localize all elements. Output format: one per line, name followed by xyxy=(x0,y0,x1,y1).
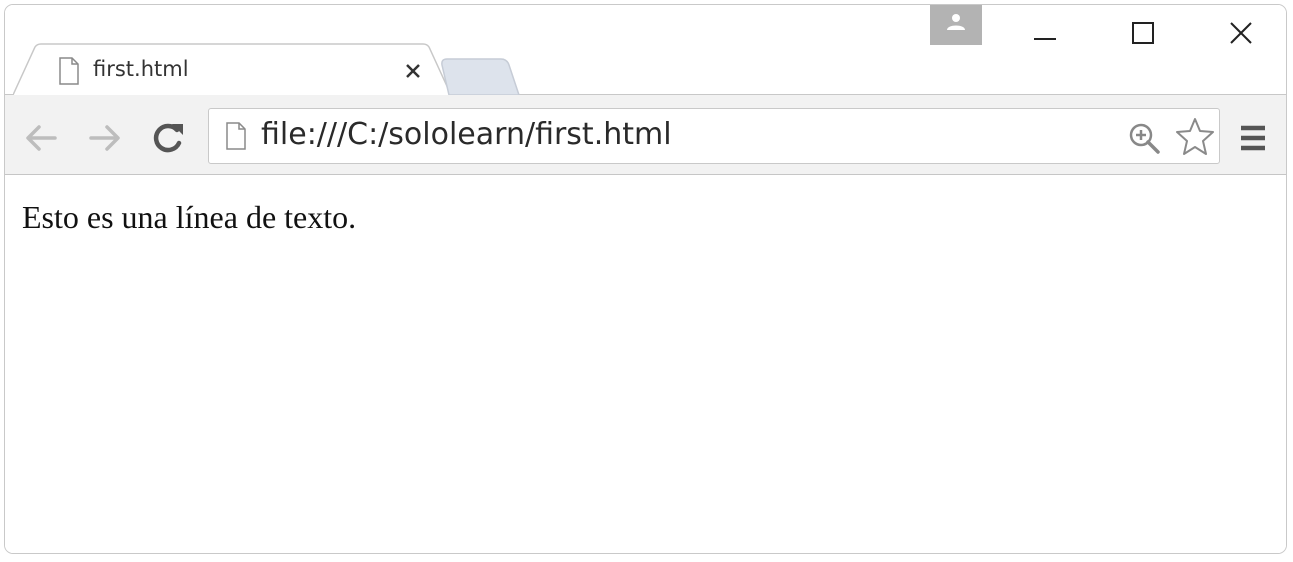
minimize-icon xyxy=(1034,38,1056,40)
profile-button[interactable] xyxy=(930,5,982,45)
user-icon xyxy=(947,14,965,30)
title-bar: first.html xyxy=(5,5,1286,99)
hamburger-menu-icon[interactable] xyxy=(1237,121,1269,155)
url-scheme: file:/// xyxy=(261,117,348,152)
toolbar: file:///C:/sololearn/first.html xyxy=(5,95,1286,175)
url-text[interactable]: file:///C:/sololearn/first.html xyxy=(261,117,672,152)
page-text: Esto es una línea de texto. xyxy=(22,199,357,235)
zoom-in-icon[interactable] xyxy=(1127,121,1161,155)
tab-first-html[interactable]: first.html xyxy=(13,43,453,99)
maximize-icon xyxy=(1132,22,1154,44)
arrow-right-icon[interactable] xyxy=(85,121,125,155)
minimize-button[interactable] xyxy=(1015,11,1075,51)
new-tab-button[interactable] xyxy=(441,57,523,97)
page-content: Esto es una línea de texto. xyxy=(5,175,1286,553)
maximize-button[interactable] xyxy=(1113,11,1173,51)
tab-title: first.html xyxy=(93,57,189,81)
close-icon xyxy=(1230,22,1252,44)
arrow-left-icon[interactable] xyxy=(21,121,61,155)
document-icon xyxy=(59,57,79,85)
document-icon xyxy=(226,122,246,150)
tab-close-icon[interactable] xyxy=(401,59,425,83)
address-bar[interactable]: file:///C:/sololearn/first.html xyxy=(208,108,1220,164)
browser-window: first.html file:///C:/sololearn/first.ht… xyxy=(4,4,1287,554)
reload-icon[interactable] xyxy=(149,121,189,155)
star-icon[interactable] xyxy=(1175,116,1215,156)
close-window-button[interactable] xyxy=(1211,11,1271,51)
url-path: C:/sololearn/first.html xyxy=(347,117,672,152)
